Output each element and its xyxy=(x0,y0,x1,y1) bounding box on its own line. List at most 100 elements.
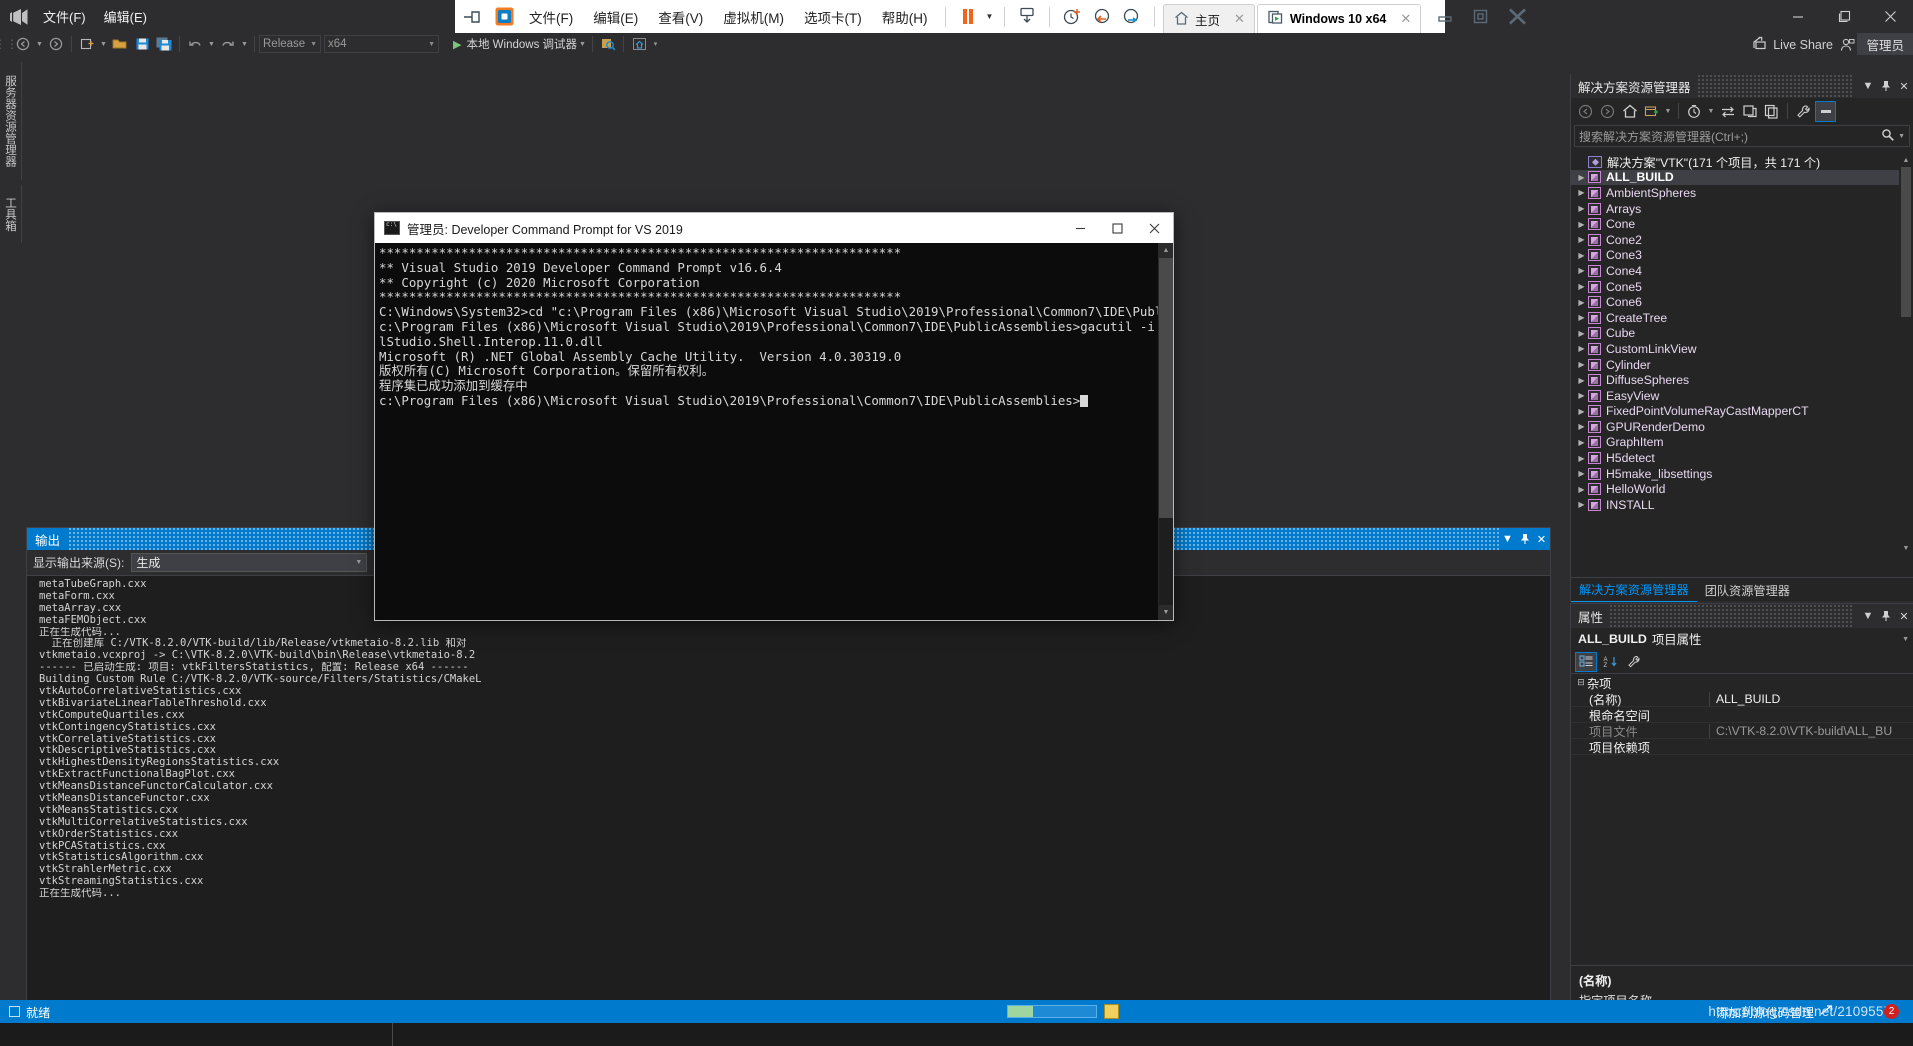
console-text-area[interactable]: ****************************************… xyxy=(375,243,1173,620)
expander-icon[interactable]: ▶ xyxy=(1575,235,1588,244)
drag-handle[interactable] xyxy=(1609,604,1853,628)
expander-icon[interactable]: ▶ xyxy=(1575,220,1588,229)
expander-icon[interactable]: ▶ xyxy=(1575,469,1588,478)
play-icon[interactable]: ▶ xyxy=(453,38,461,51)
expander-icon[interactable]: ▶ xyxy=(1575,251,1588,260)
project-node[interactable]: ▶Cube xyxy=(1571,326,1913,342)
solution-tree[interactable]: 解决方案"VTK"(171 个项目，共 171 个)▶ALL_BUILD▶Amb… xyxy=(1571,153,1913,555)
vm-close-button[interactable] xyxy=(1500,2,1534,32)
expander-icon[interactable]: ▶ xyxy=(1575,454,1588,463)
vm-tab-home[interactable]: 主页 ✕ xyxy=(1163,4,1255,33)
collapse-icon[interactable]: ⊟ xyxy=(1575,677,1587,688)
vmware-menu-file[interactable]: 文件(F) xyxy=(519,2,583,32)
console-titlebar[interactable]: 管理员: Developer Command Prompt for VS 201… xyxy=(375,213,1173,243)
project-node[interactable]: ▶GPURenderDemo xyxy=(1571,419,1913,435)
console-maximize-button[interactable] xyxy=(1099,213,1136,243)
project-node[interactable]: ▶Cone2 xyxy=(1571,232,1913,248)
configuration-dropdown[interactable]: Release ▼ xyxy=(259,35,321,53)
expander-icon[interactable]: ▶ xyxy=(1575,485,1588,494)
vs-menu-file[interactable]: 文件(F) xyxy=(34,3,95,30)
pending-changes-icon[interactable] xyxy=(1684,101,1705,122)
vs-menu-edit[interactable]: 编辑(E) xyxy=(95,3,156,30)
scroll-up-icon[interactable]: ▲ xyxy=(1899,153,1913,167)
project-node[interactable]: ▶EasyView xyxy=(1571,388,1913,404)
back-icon[interactable] xyxy=(1575,101,1596,122)
chevron-down-icon[interactable]: ▼ xyxy=(1859,604,1877,628)
output-text-area[interactable]: metaTubeGraph.cxxmetaForm.cxxmetaArray.c… xyxy=(27,576,1550,1000)
account-button[interactable]: 管理员 xyxy=(1857,33,1913,56)
redo-icon[interactable] xyxy=(217,34,239,54)
expander-icon[interactable]: ▶ xyxy=(1575,266,1588,275)
sync-icon[interactable] xyxy=(1717,101,1738,122)
scroll-down-icon[interactable]: ▼ xyxy=(1159,605,1173,620)
scroll-down-icon[interactable]: ▼ xyxy=(1899,541,1913,555)
save-icon[interactable] xyxy=(131,34,153,54)
new-project-caret[interactable]: ▼ xyxy=(98,41,109,48)
console-minimize-button[interactable] xyxy=(1062,213,1099,243)
search-options-caret[interactable]: ▼ xyxy=(1898,133,1905,140)
pin-icon[interactable] xyxy=(1877,604,1895,628)
close-tab-icon[interactable]: ✕ xyxy=(1400,11,1411,27)
project-node[interactable]: ▶FixedPointVolumeRayCastMapperCT xyxy=(1571,404,1913,420)
chevron-down-icon[interactable]: ▼ xyxy=(1499,528,1516,550)
project-node[interactable]: ▶Cone6 xyxy=(1571,294,1913,310)
error-count-badge[interactable]: 2 xyxy=(1884,1004,1899,1019)
solution-root-node[interactable]: 解决方案"VTK"(171 个项目，共 171 个) xyxy=(1571,154,1913,170)
expander-icon[interactable]: ▶ xyxy=(1575,344,1588,353)
snapshot-take-icon[interactable] xyxy=(1057,4,1087,30)
property-pages-icon[interactable] xyxy=(1623,652,1645,672)
expander-icon[interactable]: ▶ xyxy=(1575,360,1588,369)
open-file-icon[interactable] xyxy=(109,34,131,54)
vmware-menu-vm[interactable]: 虚拟机(M) xyxy=(713,2,794,32)
alphabetical-icon[interactable]: AZ xyxy=(1599,652,1621,672)
close-button[interactable] xyxy=(1867,0,1913,33)
home-blue-icon[interactable] xyxy=(628,34,650,54)
preview-selected-items-icon[interactable] xyxy=(1815,101,1836,122)
start-debug-label[interactable]: 本地 Windows 调试器 xyxy=(466,36,577,52)
console-close-button[interactable] xyxy=(1136,213,1173,243)
project-node[interactable]: ▶INSTALL xyxy=(1571,497,1913,513)
chevron-down-icon[interactable]: ▼ xyxy=(1902,636,1909,643)
tab-team-explorer[interactable]: 团队资源管理器 xyxy=(1697,578,1798,602)
expander-icon[interactable]: ▶ xyxy=(1575,204,1588,213)
close-icon[interactable]: ✕ xyxy=(1533,528,1550,550)
sidebar-tab-toolbox[interactable]: 工具箱 xyxy=(0,185,22,243)
pause-dropdown-caret[interactable]: ▼ xyxy=(983,4,997,30)
find-icon[interactable] xyxy=(597,34,619,54)
redo-dropdown-caret[interactable]: ▼ xyxy=(239,41,250,48)
navigate-forward-icon[interactable] xyxy=(45,34,67,54)
pending-changes-caret[interactable]: ▼ xyxy=(1706,108,1716,115)
close-icon[interactable]: ✕ xyxy=(1895,74,1913,98)
home-icon[interactable] xyxy=(1619,101,1640,122)
close-icon[interactable]: ✕ xyxy=(1895,604,1913,628)
project-node[interactable]: ▶AmbientSpheres xyxy=(1571,185,1913,201)
drag-handle[interactable] xyxy=(1697,74,1853,98)
expander-icon[interactable]: ▶ xyxy=(1575,298,1588,307)
expander-icon[interactable]: ▶ xyxy=(1575,438,1588,447)
categorized-icon[interactable] xyxy=(1575,652,1597,672)
send-ctrl-alt-del-icon[interactable] xyxy=(1012,4,1042,30)
project-node[interactable]: ▶Cone xyxy=(1571,216,1913,232)
snapshot-manager-icon[interactable] xyxy=(1117,4,1147,30)
search-input[interactable]: 搜索解决方案资源管理器(Ctrl+;) ▼ xyxy=(1574,125,1910,147)
scroll-up-icon[interactable]: ▲ xyxy=(1159,243,1173,258)
minimize-button[interactable] xyxy=(1775,0,1821,33)
scrollbar-thumb[interactable] xyxy=(1901,167,1911,317)
expander-icon[interactable]: ▶ xyxy=(1575,188,1588,197)
expander-icon[interactable]: ▶ xyxy=(1575,329,1588,338)
expander-icon[interactable]: ▶ xyxy=(1575,313,1588,322)
vm-restore-button[interactable] xyxy=(1464,2,1498,32)
output-source-dropdown[interactable]: 生成 ▼ xyxy=(131,553,367,572)
project-node[interactable]: ▶Cone5 xyxy=(1571,279,1913,295)
vm-minimize-button[interactable] xyxy=(1428,2,1462,32)
project-node[interactable]: ▶H5detect xyxy=(1571,450,1913,466)
toolbar-overflow-caret[interactable]: ▾ xyxy=(650,40,661,48)
expander-icon[interactable]: ▶ xyxy=(1575,376,1588,385)
properties-category-misc[interactable]: ⊟ 杂项 xyxy=(1571,674,1913,691)
vm-tab-windows10[interactable]: Windows 10 x64 ✕ xyxy=(1257,4,1421,33)
expander-icon[interactable]: ▶ xyxy=(1575,407,1588,416)
pin-icon[interactable] xyxy=(1877,74,1895,98)
expander-icon[interactable]: ▶ xyxy=(1575,391,1588,400)
show-all-files-icon[interactable] xyxy=(1761,101,1782,122)
vmware-menu-tabs[interactable]: 选项卡(T) xyxy=(794,2,872,32)
